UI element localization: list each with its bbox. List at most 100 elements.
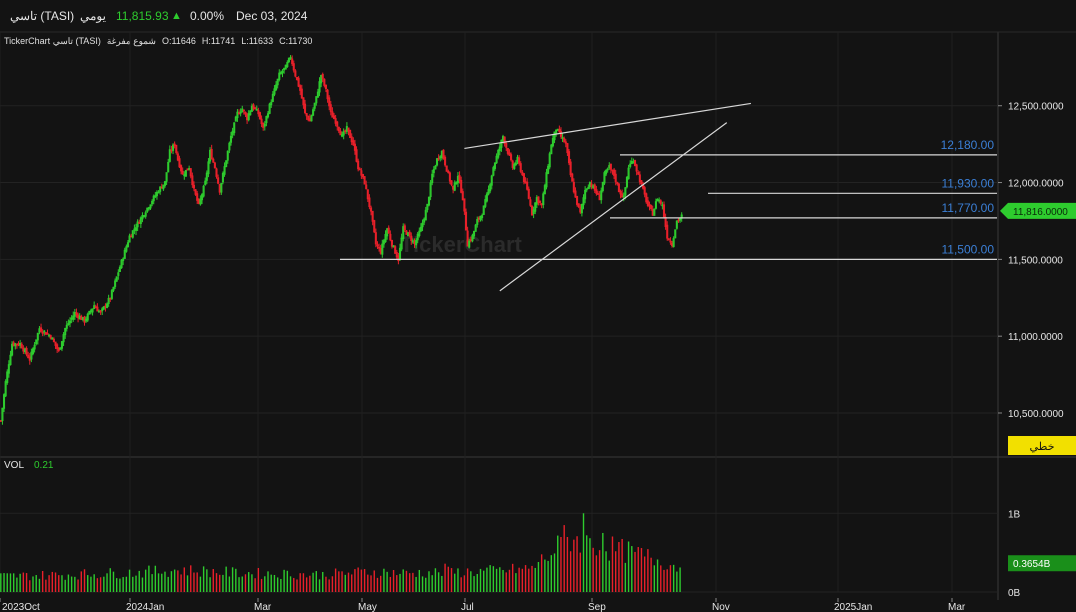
candle-body	[518, 157, 521, 164]
volume-panel: VOL 0.21 1B 0B	[0, 460, 1021, 599]
candle-body	[450, 180, 453, 186]
candle-body	[645, 193, 648, 203]
candle-body	[667, 238, 670, 241]
line-badge-label: خطي	[1030, 441, 1055, 453]
candle-body	[569, 161, 572, 176]
candle-body	[291, 58, 294, 65]
candle-body	[614, 173, 617, 182]
candle-body	[257, 110, 260, 115]
tick-label-x: Nov	[712, 602, 730, 612]
candle-body	[358, 168, 361, 171]
candle-body	[83, 316, 86, 323]
candle-body	[303, 103, 307, 113]
volume-tag-value: 0.3654B	[1013, 559, 1051, 570]
candle-body	[363, 176, 366, 185]
candle-body	[254, 107, 257, 110]
candle-body	[299, 85, 302, 91]
candle-body	[324, 84, 328, 90]
candle-body	[0, 420, 2, 422]
candle-body	[635, 164, 638, 172]
candle-body	[537, 196, 540, 203]
candle-body	[646, 200, 649, 206]
candle-body	[460, 179, 463, 193]
candle-body	[595, 189, 598, 194]
candle-body	[376, 244, 379, 247]
candle-body	[20, 343, 23, 349]
candle-body	[181, 170, 184, 175]
trend-lines	[464, 102, 752, 292]
candle-body	[638, 174, 641, 183]
candle-body	[212, 158, 215, 163]
candle-body	[394, 246, 397, 254]
candle-body	[677, 219, 680, 222]
candle-body	[444, 156, 447, 166]
candle-body	[307, 115, 310, 121]
candle-body	[170, 149, 173, 152]
candle-body	[260, 118, 263, 125]
candle-body	[336, 121, 339, 127]
candle-body	[369, 207, 373, 212]
candle-body	[458, 175, 461, 181]
candle-body	[463, 198, 466, 212]
candle-body	[447, 170, 450, 174]
candle-body	[508, 152, 511, 156]
candle-body	[368, 197, 371, 208]
time-axis: 2023Oct 2024Jan Mar May Jul Sep Nov 2025Jan Mar	[0, 598, 966, 612]
candle-body	[621, 193, 624, 198]
candle-body	[44, 332, 47, 335]
tick-label-x: 2023Oct	[2, 602, 40, 612]
candle-body	[577, 203, 580, 208]
tick-label-x: May	[358, 602, 377, 612]
price-chart[interactable]: TickerChart 12,180.0011,930.0011,770.001…	[0, 0, 1076, 612]
candle-body	[355, 149, 358, 162]
candle-body	[334, 118, 337, 124]
candle-body	[244, 111, 247, 115]
candle-body	[75, 312, 78, 315]
candle-body	[246, 114, 249, 121]
candle-body	[173, 143, 176, 147]
candle-body	[80, 315, 83, 321]
candle-body	[564, 141, 567, 144]
candle-body	[574, 190, 577, 198]
candle-body	[445, 165, 448, 172]
candle-body	[160, 186, 163, 189]
candle-body	[650, 205, 653, 210]
candle-body	[210, 148, 213, 160]
candle-body	[189, 168, 192, 177]
candle-body	[510, 154, 513, 161]
tick-label-x: Sep	[588, 602, 606, 612]
candle-body	[192, 184, 196, 189]
candle-body	[669, 240, 672, 243]
candle-body	[77, 314, 80, 319]
candle-body	[178, 158, 181, 168]
candle-body	[40, 327, 43, 332]
volume-tick-label: 1B	[1008, 509, 1021, 520]
level-label: 11,770.00	[942, 201, 995, 215]
candle-body	[213, 162, 216, 169]
candle-body	[300, 88, 303, 99]
candle-body	[54, 341, 57, 346]
candle-body	[180, 165, 183, 172]
candle-body	[572, 181, 575, 193]
candle-body	[374, 232, 377, 245]
candle-body	[408, 231, 411, 236]
candle-body	[524, 181, 527, 184]
candle-body	[302, 97, 305, 106]
candle-body	[539, 200, 542, 203]
candle-body	[215, 168, 218, 177]
candle-body	[442, 149, 445, 159]
candle-body	[651, 209, 654, 216]
candle-body	[175, 144, 178, 153]
candle-body	[295, 76, 299, 80]
candle-body	[559, 131, 563, 137]
candle-body	[405, 230, 408, 235]
price-axis: 12,500.0000 12,000.0000 11,500.0000 11,000.…	[998, 102, 1064, 420]
candle-body	[46, 332, 49, 335]
candle-body	[218, 183, 221, 193]
candle-body	[633, 160, 637, 167]
candle-body	[659, 200, 662, 204]
tick-label-x: Jul	[461, 602, 474, 612]
candle-body	[571, 173, 574, 182]
candle-body	[519, 163, 522, 172]
candle-body	[640, 180, 643, 185]
